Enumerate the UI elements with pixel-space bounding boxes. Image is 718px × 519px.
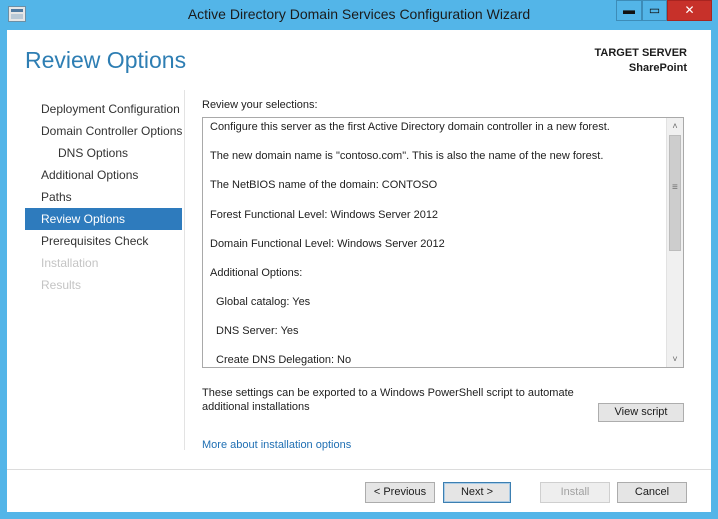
review-line: Additional Options: [210, 267, 303, 279]
page-title: Review Options [25, 47, 187, 73]
scrollbar-thumb[interactable]: ≡ [669, 135, 681, 251]
target-server-label: TARGET SERVER [594, 47, 688, 59]
review-line: DNS Server: Yes [216, 325, 299, 337]
review-line: Global catalog: Yes [216, 296, 311, 308]
next-button[interactable]: Next > [443, 482, 511, 503]
nav-item-paths[interactable]: Paths [25, 186, 182, 208]
install-button: Install [540, 482, 610, 503]
scroll-down-arrow-icon[interactable]: ˅ [667, 351, 683, 367]
wizard-content: Review Options TARGET SERVER SharePoint … [7, 30, 711, 512]
cancel-button[interactable]: Cancel [617, 482, 687, 503]
review-line: The new domain name is "contoso.com". Th… [210, 150, 604, 162]
nav-item-review-options[interactable]: Review Options [25, 208, 182, 230]
nav-item-installation: Installation [41, 256, 99, 270]
nav-item-dns-options[interactable]: DNS Options [25, 142, 182, 164]
nav-divider [184, 90, 185, 450]
view-script-button[interactable]: View script [598, 403, 684, 422]
review-line: Configure this server as the first Activ… [210, 121, 610, 133]
maximize-button[interactable]: ▭ [642, 0, 667, 21]
review-scrollbar[interactable]: ˄ ≡ ˅ [666, 118, 683, 367]
minimize-button[interactable]: ▬ [616, 0, 642, 21]
nav-item-deployment-configuration[interactable]: Deployment Configuration [25, 98, 182, 120]
wizard-window: Active Directory Domain Services Configu… [0, 0, 718, 519]
review-line: Forest Functional Level: Windows Server … [210, 209, 439, 221]
previous-button[interactable]: < Previous [365, 482, 435, 503]
review-line: Create DNS Delegation: No [216, 354, 352, 366]
nav-item-additional-options[interactable]: Additional Options [25, 164, 182, 186]
nav-item-domain-controller-options[interactable]: Domain Controller Options [25, 120, 182, 142]
scroll-grip-icon: ≡ [672, 182, 678, 193]
target-server-name: SharePoint [628, 62, 687, 74]
export-description: These settings can be exported to a Wind… [202, 387, 574, 413]
review-line: The NetBIOS name of the domain: CONTOSO [210, 179, 438, 191]
review-selections-textbox[interactable]: Configure this server as the first Activ… [202, 117, 684, 368]
title-bar[interactable]: Active Directory Domain Services Configu… [0, 0, 718, 30]
wizard-steps-nav: Deployment Configuration Domain Controll… [25, 98, 182, 296]
review-line: Domain Functional Level: Windows Server … [210, 238, 445, 250]
wizard-footer: < Previous Next > Install Cancel [7, 469, 711, 512]
nav-item-prerequisites-check[interactable]: Prerequisites Check [25, 230, 182, 252]
review-selections-label: Review your selections: [202, 99, 318, 111]
nav-item-results: Results [41, 278, 82, 292]
close-button[interactable]: ✕ [667, 0, 712, 21]
scroll-up-arrow-icon[interactable]: ˄ [667, 118, 683, 134]
more-installation-options-link[interactable]: More about installation options [202, 439, 351, 451]
window-title: Active Directory Domain Services Configu… [187, 6, 531, 22]
